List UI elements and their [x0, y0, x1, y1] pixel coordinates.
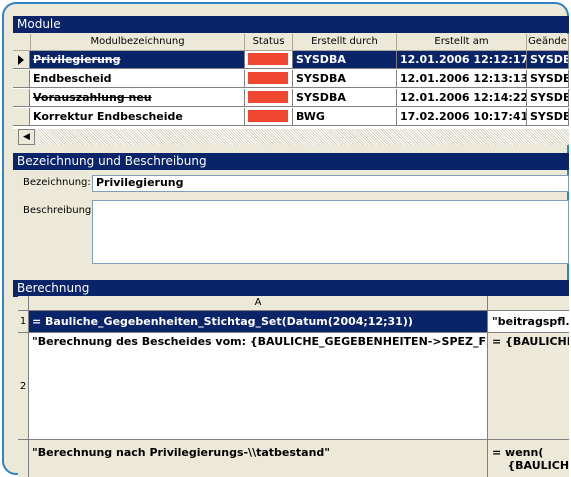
- row-selector[interactable]: [13, 51, 30, 69]
- cell-erstellt-durch[interactable]: SYSDBA: [293, 51, 397, 69]
- cell-geaendert[interactable]: SYSDBA: [527, 89, 569, 107]
- row-header-corner: [13, 34, 31, 51]
- column-header-b[interactable]: [488, 296, 569, 311]
- cell-erstellt-am[interactable]: 17.02.2006 10:17:41: [397, 108, 527, 126]
- status-indicator: [248, 91, 288, 103]
- column-header-a[interactable]: A: [29, 296, 488, 311]
- cell-erstellt-am[interactable]: 12.01.2006 12:12:17: [397, 51, 527, 69]
- row-selector[interactable]: [13, 70, 30, 88]
- row-number-3[interactable]: [18, 440, 29, 477]
- module-table[interactable]: Modulbezeichnung Status Erstellt durch E…: [13, 34, 569, 129]
- cell-modulbezeichnung[interactable]: Korrektur Endbescheide: [30, 108, 245, 126]
- column-header-geaendert[interactable]: Gеände: [527, 34, 569, 51]
- module-section-header: Module: [13, 16, 569, 33]
- cell-status[interactable]: [245, 51, 293, 69]
- calc-cell-b3[interactable]: = wenn( {BAULICHE_: [488, 440, 569, 477]
- calc-cell-b1[interactable]: "beitragspfl.Fläc: [488, 311, 569, 333]
- cell-geaendert[interactable]: SYSDBA: [527, 108, 569, 126]
- status-indicator: [248, 72, 288, 84]
- cell-erstellt-durch[interactable]: SYSDBA: [293, 89, 397, 107]
- description-section-title: Bezeichnung und Beschreibung: [17, 154, 207, 168]
- row-selector[interactable]: [13, 108, 30, 126]
- cell-modulbezeichnung[interactable]: Vorauszahlung neu: [30, 89, 245, 107]
- row-number-2[interactable]: 2: [18, 333, 29, 440]
- description-label: Beschreibung:: [23, 205, 95, 216]
- row-number-1[interactable]: 1: [18, 311, 29, 333]
- cell-erstellt-durch[interactable]: BWG: [293, 108, 397, 126]
- table-row[interactable]: Korrektur Endbescheide BWG 17.02.2006 10:1…: [13, 108, 569, 126]
- scroll-left-button[interactable]: ◀: [18, 129, 35, 145]
- status-indicator: [248, 53, 288, 65]
- column-header-status[interactable]: Status: [245, 34, 293, 51]
- description-field[interactable]: [92, 200, 569, 264]
- cell-modulbezeichnung[interactable]: Endbescheid: [30, 70, 245, 88]
- module-table-scrollbar[interactable]: ◀: [18, 129, 569, 145]
- module-section-title: Module: [17, 17, 61, 31]
- calc-corner: [18, 296, 29, 311]
- calculation-section-title: Berechnung: [17, 281, 90, 295]
- cell-status[interactable]: [245, 89, 293, 107]
- calculation-section-header: Berechnung: [13, 280, 569, 297]
- cell-status[interactable]: [245, 70, 293, 88]
- calc-cell-a2[interactable]: "Berechnung des Bescheides vom: {BAULICH…: [29, 333, 488, 440]
- calc-cell-a3[interactable]: "Berechnung nach Privilegierungs-\\tatbe…: [29, 440, 488, 477]
- cell-modulbezeichnung[interactable]: Privilegierung: [30, 51, 245, 69]
- column-header-erstellt-am[interactable]: Erstellt am: [397, 34, 527, 51]
- calc-cell-a1[interactable]: = Bauliche_Gegebenheiten_Stichtag_Set(Da…: [29, 311, 488, 333]
- cell-geaendert[interactable]: SYSDBA: [527, 70, 569, 88]
- status-indicator: [248, 110, 288, 122]
- cell-erstellt-am[interactable]: 12.01.2006 12:14:22: [397, 89, 527, 107]
- calculation-grid[interactable]: A 1 = Bauliche_Gegebenheiten_Stichtag_Se…: [18, 296, 569, 477]
- row-selector[interactable]: [13, 89, 30, 107]
- description-section-header: Bezeichnung und Beschreibung: [13, 153, 569, 170]
- column-header-erstellt-durch[interactable]: Erstellt durch: [293, 34, 397, 51]
- cell-erstellt-am[interactable]: 12.01.2006 12:13:13: [397, 70, 527, 88]
- name-label: Bezeichnung:: [23, 177, 91, 188]
- calc-cell-b2[interactable]: = {BAULICHE_GE: [488, 333, 569, 440]
- table-row[interactable]: Privilegierung SYSDBA 12.01.2006 12:12:17 S…: [13, 51, 569, 69]
- table-row[interactable]: Endbescheid SYSDBA 12.01.2006 12:13:13 SYSD…: [13, 70, 569, 88]
- cell-status[interactable]: [245, 108, 293, 126]
- current-row-arrow-icon: [18, 55, 24, 65]
- column-header-modulbezeichnung[interactable]: Modulbezeichnung: [31, 34, 245, 51]
- cell-geaendert[interactable]: SYSDBA: [527, 51, 569, 69]
- cell-erstellt-durch[interactable]: SYSDBA: [293, 70, 397, 88]
- name-field[interactable]: Privilegierung: [92, 175, 569, 192]
- table-row[interactable]: Vorauszahlung neu SYSDBA 12.01.2006 12:14:…: [13, 89, 569, 107]
